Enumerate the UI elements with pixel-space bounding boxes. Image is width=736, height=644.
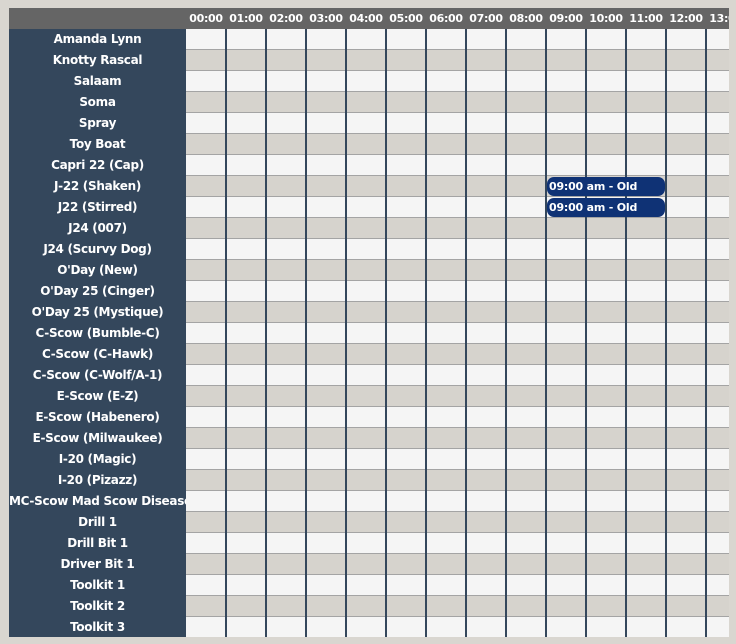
- schedule-row[interactable]: [186, 92, 729, 113]
- hour-label: 05:00: [389, 12, 423, 25]
- schedule-row[interactable]: [186, 71, 729, 92]
- resource-label[interactable]: Toolkit 1: [9, 575, 186, 596]
- resource-label[interactable]: E-Scow (Milwaukee): [9, 428, 186, 449]
- resource-label[interactable]: Toolkit 2: [9, 596, 186, 617]
- hour-label: 04:00: [349, 12, 383, 25]
- hour-label: 09:00: [549, 12, 583, 25]
- hour-label: 03:00: [309, 12, 343, 25]
- schedule-row[interactable]: [186, 617, 729, 637]
- resource-label[interactable]: J22 (Stirred): [9, 197, 186, 218]
- schedule-row[interactable]: [186, 386, 729, 407]
- schedule-row[interactable]: [186, 449, 729, 470]
- hour-divider: [705, 29, 707, 637]
- schedule-row[interactable]: [186, 302, 729, 323]
- hour-divider: [585, 29, 587, 637]
- schedule-row[interactable]: [186, 365, 729, 386]
- schedule-row[interactable]: [186, 407, 729, 428]
- resource-label[interactable]: Soma: [9, 92, 186, 113]
- schedule-row[interactable]: [186, 596, 729, 617]
- resource-label[interactable]: Capri 22 (Cap): [9, 155, 186, 176]
- resource-label[interactable]: Driver Bit 1: [9, 554, 186, 575]
- resource-label[interactable]: Drill Bit 1: [9, 533, 186, 554]
- resource-label[interactable]: J24 (Scurvy Dog): [9, 239, 186, 260]
- schedule-row[interactable]: [186, 155, 729, 176]
- schedule-row[interactable]: [186, 512, 729, 533]
- schedule-row[interactable]: [186, 113, 729, 134]
- resource-schedule: 00:00 01:00 02:00 03:00 04:00 05:00 06:00 07:00…: [9, 8, 729, 637]
- hour-label: 01:00: [229, 12, 263, 25]
- resource-label[interactable]: J-22 (Shaken): [9, 176, 186, 197]
- schedule-row[interactable]: [186, 428, 729, 449]
- resource-label[interactable]: I-20 (Pizazz): [9, 470, 186, 491]
- resource-label[interactable]: MC-Scow Mad Scow Disease: [9, 491, 192, 512]
- hour-divider: [465, 29, 467, 637]
- hour-label: 06:00: [429, 12, 463, 25]
- schedule-row[interactable]: [186, 218, 729, 239]
- resource-label[interactable]: Spray: [9, 113, 186, 134]
- schedule-row[interactable]: [186, 323, 729, 344]
- schedule-row[interactable]: [186, 50, 729, 71]
- schedule-row[interactable]: [186, 344, 729, 365]
- resource-label[interactable]: Amanda Lynn: [9, 29, 186, 50]
- resource-label[interactable]: Toolkit 3: [9, 617, 186, 637]
- hour-divider: [505, 29, 507, 637]
- booking-block[interactable]: 09:00 am - Old: [547, 198, 665, 217]
- resource-label[interactable]: Salaam: [9, 71, 186, 92]
- schedule-row[interactable]: [186, 281, 729, 302]
- hour-label: 10:00: [589, 12, 623, 25]
- resource-label[interactable]: I-20 (Magic): [9, 449, 186, 470]
- resource-list: Amanda Lynn Knotty Rascal Salaam Soma Spray T…: [9, 29, 192, 637]
- schedule-row[interactable]: [186, 575, 729, 596]
- schedule-row[interactable]: [186, 134, 729, 155]
- resource-label[interactable]: Knotty Rascal: [9, 50, 186, 71]
- resource-label[interactable]: C-Scow (C-Wolf/A-1): [9, 365, 186, 386]
- resource-label[interactable]: E-Scow (E-Z): [9, 386, 186, 407]
- resource-label[interactable]: J24 (007): [9, 218, 186, 239]
- resource-label[interactable]: O'Day 25 (Mystique): [9, 302, 186, 323]
- hour-label: 07:00: [469, 12, 503, 25]
- booking-block[interactable]: 09:00 am - Old: [547, 177, 665, 196]
- schedule-grid: 09:00 am - Old 09:00 am - Old: [186, 29, 729, 637]
- resource-label[interactable]: O'Day (New): [9, 260, 186, 281]
- hour-divider: [625, 29, 627, 637]
- resource-label[interactable]: O'Day 25 (Cinger): [9, 281, 186, 302]
- hour-divider: [425, 29, 427, 637]
- schedule-row[interactable]: [186, 470, 729, 491]
- schedule-row[interactable]: [186, 491, 729, 512]
- resource-label[interactable]: C-Scow (Bumble-C): [9, 323, 186, 344]
- hour-divider: [385, 29, 387, 637]
- hour-divider: [305, 29, 307, 637]
- hour-label: 13:00: [709, 12, 729, 25]
- resource-label[interactable]: Toy Boat: [9, 134, 186, 155]
- hour-label: 11:00: [629, 12, 663, 25]
- hour-label: 12:00: [669, 12, 703, 25]
- hour-divider: [265, 29, 267, 637]
- resource-label[interactable]: E-Scow (Habenero): [9, 407, 186, 428]
- hour-label: 08:00: [509, 12, 543, 25]
- schedule-row[interactable]: [186, 29, 729, 50]
- resource-label[interactable]: Drill 1: [9, 512, 186, 533]
- hour-label: 00:00: [189, 12, 223, 25]
- schedule-row[interactable]: [186, 533, 729, 554]
- schedule-row[interactable]: [186, 260, 729, 281]
- hour-label: 02:00: [269, 12, 303, 25]
- hour-divider: [345, 29, 347, 637]
- resource-label[interactable]: C-Scow (C-Hawk): [9, 344, 186, 365]
- schedule-row[interactable]: [186, 554, 729, 575]
- hour-divider: [225, 29, 227, 637]
- hour-divider: [545, 29, 547, 637]
- timeline-header: 00:00 01:00 02:00 03:00 04:00 05:00 06:00 07:00…: [9, 8, 729, 29]
- schedule-row[interactable]: [186, 239, 729, 260]
- hour-divider: [665, 29, 667, 637]
